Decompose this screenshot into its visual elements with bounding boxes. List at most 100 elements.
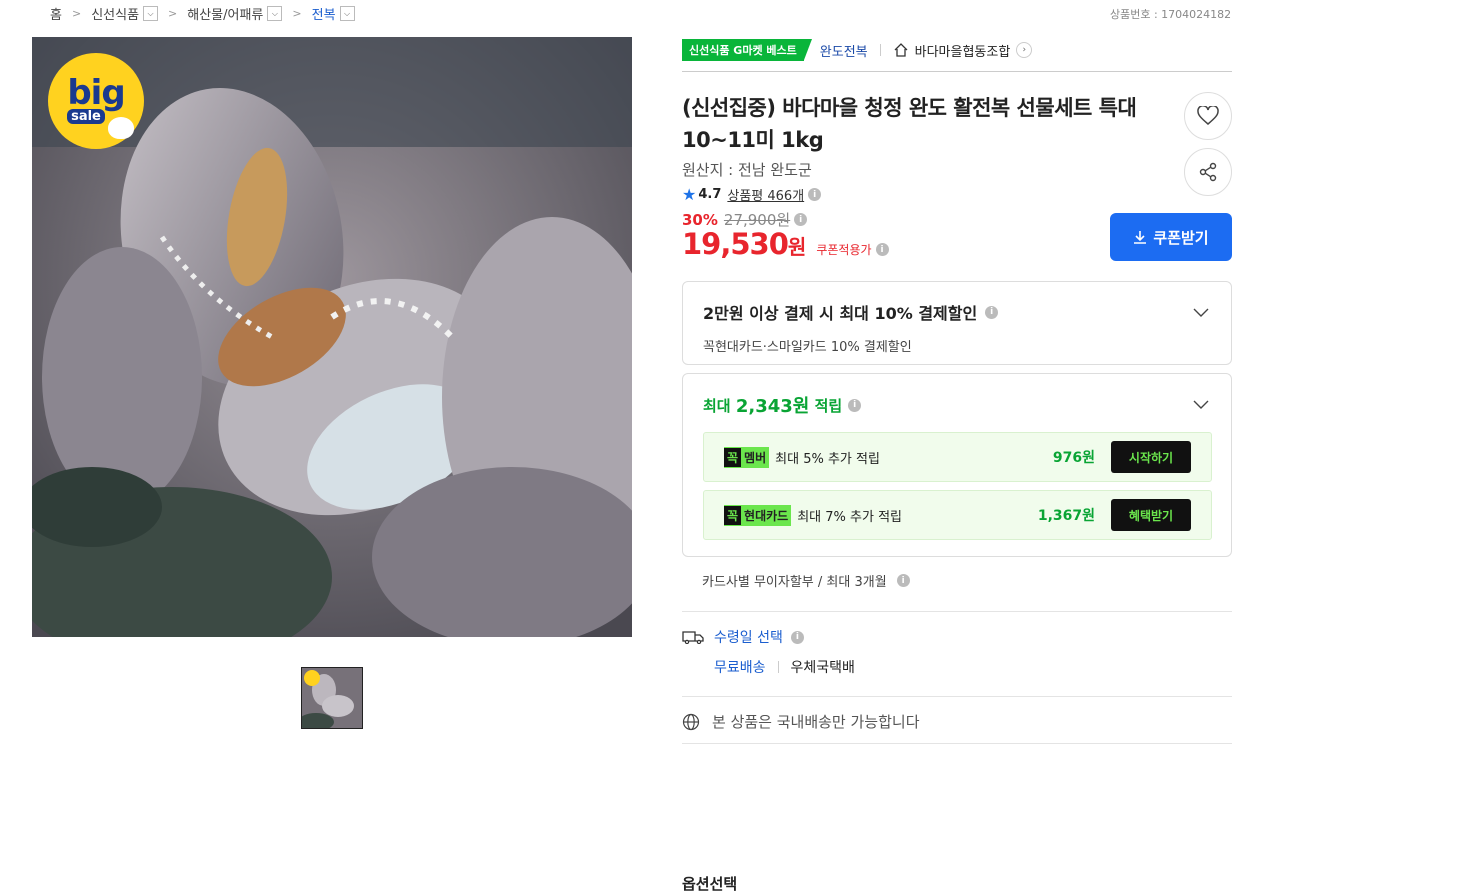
points-prefix: 최대 [703, 396, 731, 415]
option-select-title: 옵션선택 [682, 875, 738, 893]
chevron-right-icon: > [168, 7, 178, 20]
star-icon: ★ [682, 185, 697, 204]
domestic-only-notice: 본 상품은 국내배송만 가능합니다 [682, 711, 920, 732]
payment-discount-title-row: 2만원 이상 결제 시 최대 10% 결제할인 i [703, 300, 1211, 324]
divider [879, 44, 881, 56]
delivery-date-row: 수령일 선택 i [682, 627, 855, 647]
rating: ★ 4.7 상품평 466개 i [682, 185, 822, 204]
divider [682, 71, 1232, 72]
share-icon [1199, 162, 1217, 182]
home-icon [894, 43, 908, 57]
card-tag: 꼭 현대카드 [724, 504, 792, 526]
sale-price: 19,530 [682, 227, 789, 261]
info-icon[interactable]: i [794, 213, 808, 226]
points-amount: 2,343원 [735, 396, 810, 417]
info-icon[interactable]: i [896, 574, 910, 587]
breadcrumb-level3-label[interactable]: 전복 [312, 4, 336, 23]
info-icon[interactable]: i [808, 188, 822, 201]
store-link[interactable]: 바다마을협동조합 › [893, 41, 1033, 60]
start-membership-button[interactable]: 시작하기 [1111, 441, 1191, 473]
product-title: (신선집중) 바다마을 청정 완도 활전복 선물세트 특대 10~11미 1kg [682, 96, 1137, 152]
wishlist-button[interactable] [1184, 92, 1232, 140]
best-badge[interactable]: 신선식품 G마켓 베스트 [682, 39, 812, 61]
breadcrumb-level3[interactable]: 전복 ⌵ [312, 4, 355, 23]
chevron-down-icon[interactable] [1193, 304, 1209, 320]
info-icon[interactable]: i [875, 243, 889, 256]
coupon-price-note: 쿠폰적용가 i [816, 241, 889, 258]
breadcrumb-level2-label[interactable]: 해산물/어패류 [187, 4, 263, 23]
review-link[interactable]: 상품평 466개 [727, 185, 804, 204]
product-info-panel: 신선식품 G마켓 베스트 완도전복 바다마을협동조합 › (신선집중) 바다마을… [682, 37, 1232, 893]
delivery-section: 수령일 선택 i 무료배송 우체국택배 [682, 627, 855, 677]
thumbnail-image[interactable] [301, 667, 363, 729]
coupon-button[interactable]: 쿠폰받기 [1110, 213, 1232, 261]
truck-icon [682, 631, 704, 644]
card-tag-k: 꼭 [724, 505, 742, 525]
member-tag-label: 멤버 [744, 450, 767, 465]
chevron-down-icon[interactable]: ⌵ [339, 6, 355, 21]
info-icon[interactable]: i [848, 398, 862, 412]
card-points-promo: 꼭 현대카드 최대 7% 추가 적립 1,367원 혜택받기 [703, 490, 1212, 540]
main-product-image[interactable]: big sale [32, 37, 632, 637]
coupon-price-note-label: 쿠폰적용가 [816, 243, 872, 257]
thumbnail-abalone [302, 668, 362, 728]
price-unit: 원 [787, 235, 807, 259]
card-promo-amount: 1,367원 [1037, 508, 1095, 524]
share-button[interactable] [1184, 148, 1232, 196]
big-sale-sale-text: sale [67, 109, 105, 124]
carrier: 우체국택배 [790, 660, 855, 676]
divider [777, 661, 779, 673]
member-promo-amount: 976원 [1052, 450, 1095, 466]
points-suffix: 적립 [814, 396, 843, 415]
divider [682, 611, 1232, 612]
select-delivery-date[interactable]: 수령일 선택 [714, 627, 783, 647]
origin-text: 원산지 : 전남 완도군 [682, 161, 812, 179]
breadcrumb-level1-label[interactable]: 신선식품 [91, 4, 139, 23]
installment-text: 카드사별 무이자할부 / 최대 3개월 [702, 575, 887, 590]
payment-discount-subtitle: 꼭현대카드·스마일카드 10% 결제할인 [703, 340, 912, 355]
bunny-icon [108, 117, 134, 139]
rating-score: 4.7 [698, 187, 722, 202]
discount-percent: 30% [682, 210, 718, 229]
divider [682, 743, 1232, 744]
breadcrumb: 홈 > 신선식품 ⌵ > 해산물/어패류 ⌵ > 전복 ⌵ [50, 4, 355, 23]
breadcrumb-level2[interactable]: 해산물/어패류 ⌵ [187, 4, 283, 23]
member-tag-k: 꼭 [724, 447, 742, 467]
member-tag: 꼭 멤버 [724, 446, 770, 468]
points-box: 최대 2,343원 적립 i 꼭 멤버 최대 5% 추가 적립 976원 시작하기… [682, 373, 1232, 557]
chevron-right-icon: > [292, 7, 302, 20]
product-number: 상품번호 : 1704024182 [1110, 8, 1232, 21]
points-title: 최대 2,343원 적립 i [703, 392, 1211, 418]
info-icon[interactable]: i [790, 630, 804, 644]
divider [682, 696, 1232, 697]
card-promo-text: 최대 7% 추가 적립 [797, 509, 902, 525]
coupon-button-label: 쿠폰받기 [1153, 228, 1209, 247]
chevron-down-icon[interactable] [1193, 396, 1209, 412]
breadcrumb-level1[interactable]: 신선식품 ⌵ [91, 4, 159, 23]
chevron-right-icon: > [71, 7, 82, 20]
breadcrumb-home[interactable]: 홈 [50, 4, 62, 23]
payment-discount-box[interactable]: 2만원 이상 결제 시 최대 10% 결제할인 i 꼭현대카드·스마일카드 10… [682, 281, 1232, 365]
chevron-down-icon[interactable]: ⌵ [143, 6, 159, 21]
globe-icon [682, 713, 700, 730]
domestic-only-text: 본 상품은 국내배송만 가능합니다 [712, 713, 920, 731]
store-name[interactable]: 바다마을협동조합 [915, 41, 1011, 60]
member-points-promo: 꼭 멤버 최대 5% 추가 적립 976원 시작하기 [703, 432, 1212, 482]
shipping-row: 무료배송 우체국택배 [682, 657, 855, 677]
get-benefit-button[interactable]: 혜택받기 [1111, 499, 1191, 531]
big-sale-badge: big sale [48, 53, 144, 149]
chevron-down-icon[interactable]: ⌵ [267, 6, 283, 21]
payment-discount-title: 2만원 이상 결제 시 최대 10% 결제할인 [703, 304, 978, 323]
card-tag-label: 현대카드 [744, 508, 789, 523]
chevron-right-icon[interactable]: › [1016, 42, 1033, 58]
big-sale-big-text: big [67, 73, 125, 113]
top-badges: 신선식품 G마켓 베스트 완도전복 바다마을협동조합 › [682, 37, 1232, 63]
free-shipping: 무료배송 [714, 660, 766, 676]
info-icon[interactable]: i [985, 305, 999, 319]
brand-link[interactable]: 완도전복 [820, 41, 868, 60]
download-icon [1134, 231, 1147, 244]
installment-info: 카드사별 무이자할부 / 최대 3개월 i [702, 571, 910, 590]
member-promo-text: 최대 5% 추가 적립 [775, 451, 880, 467]
heart-icon [1197, 106, 1219, 125]
price-line: 19,530 원 쿠폰적용가 i [682, 227, 889, 261]
